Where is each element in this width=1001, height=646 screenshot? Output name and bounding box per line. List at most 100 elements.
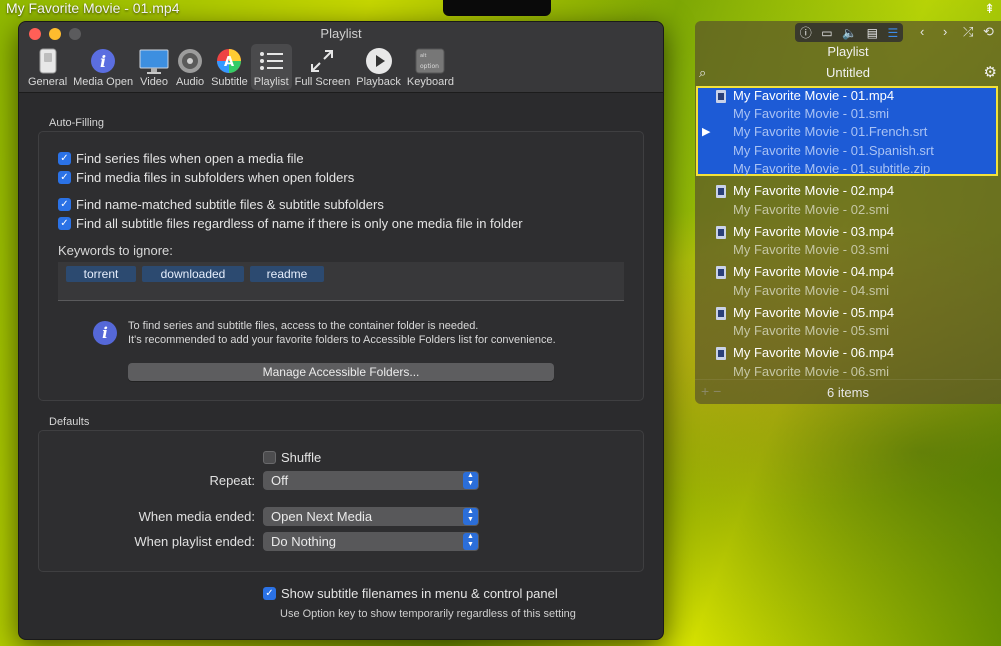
subtitle-item[interactable]: My Favorite Movie - 04.smi bbox=[733, 283, 889, 298]
info-text-2: It's recommended to add your favorite fo… bbox=[128, 334, 556, 346]
tab-keyboard[interactable]: alt option Keyboard bbox=[404, 44, 457, 90]
playlist-item[interactable]: My Favorite Movie - 06.mp4 bbox=[733, 345, 894, 360]
playlist-footer: + − 6 items bbox=[695, 379, 1001, 404]
expand-icon bbox=[307, 46, 337, 75]
subtitle-item[interactable]: My Favorite Movie - 01.Spanish.srt bbox=[733, 143, 934, 158]
window-titlebar: Playlist General i Media Open Video Audi… bbox=[19, 22, 663, 93]
playlist-ended-label: When playlist ended: bbox=[134, 534, 255, 549]
tab-general[interactable]: General bbox=[25, 44, 70, 90]
playlist-panel: ⓘ ▭ 🔈 ▤ ☰ ‹ › ⤮ ⟲ Playlist ⌕ Untitled ⚙ … bbox=[695, 21, 1001, 404]
video-file-icon bbox=[716, 307, 726, 320]
subtitle-item[interactable]: My Favorite Movie - 05.smi bbox=[733, 323, 889, 338]
tab-full-screen[interactable]: Full Screen bbox=[292, 44, 354, 90]
checkmark-icon: ✓ bbox=[263, 587, 276, 600]
toggle-icon bbox=[33, 46, 63, 75]
info-icon: i bbox=[88, 46, 118, 75]
checkmark-icon: ✓ bbox=[58, 171, 71, 184]
find-media-subfolders-checkbox[interactable]: ✓ Find media files in subfolders when op… bbox=[58, 170, 354, 185]
checkbox-unchecked-icon bbox=[263, 451, 276, 464]
subtitle-item[interactable]: My Favorite Movie - 01.French.srt bbox=[733, 124, 927, 139]
find-series-checkbox[interactable]: ✓ Find series files when open a media fi… bbox=[58, 151, 304, 166]
playlist-item[interactable]: My Favorite Movie - 01.mp4 bbox=[733, 88, 894, 103]
chevron-updown-icon: ▲ ▼ bbox=[463, 472, 478, 489]
checkmark-icon: ✓ bbox=[58, 152, 71, 165]
defaults-title: Defaults bbox=[49, 416, 90, 428]
tab-subtitle[interactable]: A Subtitle bbox=[208, 44, 251, 90]
keyword-token[interactable]: readme bbox=[250, 266, 324, 282]
video-file-icon bbox=[716, 90, 726, 103]
list-icon[interactable]: ☰ bbox=[887, 26, 898, 40]
preferences-window: Playlist General i Media Open Video Audi… bbox=[18, 21, 664, 640]
manage-accessible-folders-button[interactable]: Manage Accessible Folders... bbox=[128, 363, 554, 381]
show-subtitle-filenames-checkbox[interactable]: ✓ Show subtitle filenames in menu & cont… bbox=[263, 586, 558, 601]
keyword-token[interactable]: downloaded bbox=[142, 266, 244, 282]
find-all-subtitles-checkbox[interactable]: ✓ Find all subtitle files regardless of … bbox=[58, 216, 523, 231]
playlist-ended-select[interactable]: Do Nothing ▲ ▼ bbox=[263, 532, 479, 551]
speaker-icon[interactable]: 🔈 bbox=[842, 26, 857, 40]
find-name-matched-subtitles-checkbox[interactable]: ✓ Find name-matched subtitle files & sub… bbox=[58, 197, 384, 212]
playlist-item[interactable]: My Favorite Movie - 03.mp4 bbox=[733, 224, 894, 239]
checkmark-icon: ✓ bbox=[58, 198, 71, 211]
chevron-right-icon[interactable]: › bbox=[943, 24, 947, 39]
monitor-icon bbox=[139, 46, 169, 75]
subtitle-item[interactable]: My Favorite Movie - 01.smi bbox=[733, 106, 889, 121]
play-icon: ▶ bbox=[702, 126, 711, 138]
shuffle-icon[interactable]: ⤮ bbox=[963, 24, 973, 40]
info-text-1: To find series and subtitle files, acces… bbox=[128, 320, 479, 332]
subtitle-item[interactable]: My Favorite Movie - 01.subtitle.zip bbox=[733, 161, 930, 176]
subtitle-item[interactable]: My Favorite Movie - 02.smi bbox=[733, 202, 889, 217]
info-icon: i bbox=[93, 321, 117, 345]
list-icon bbox=[256, 46, 286, 75]
color-wheel-icon: A bbox=[214, 46, 244, 75]
playlist-name[interactable]: Untitled bbox=[695, 65, 1001, 80]
media-ended-label: When media ended: bbox=[138, 509, 255, 524]
tab-audio[interactable]: Audio bbox=[172, 44, 208, 90]
svg-text:A: A bbox=[224, 55, 234, 70]
subtitle-icon[interactable]: ▤ bbox=[867, 26, 878, 40]
playlist-item[interactable]: My Favorite Movie - 05.mp4 bbox=[733, 305, 894, 320]
auto-filling-box: ✓ Find series files when open a media fi… bbox=[38, 131, 644, 401]
tab-playlist[interactable]: Playlist bbox=[250, 44, 292, 90]
preferences-content: Auto-Filling ✓ Find series files when op… bbox=[19, 93, 663, 639]
shuffle-checkbox[interactable]: Shuffle bbox=[263, 450, 321, 465]
repeat-icon[interactable]: ⟲ bbox=[983, 24, 994, 40]
tab-video[interactable]: Video bbox=[136, 44, 172, 90]
preferences-toolbar: General i Media Open Video Audio A Subti… bbox=[25, 44, 457, 90]
video-file-icon bbox=[716, 347, 726, 360]
svg-text:i: i bbox=[100, 52, 106, 71]
info-icon[interactable]: ⓘ bbox=[800, 24, 812, 41]
video-file-icon bbox=[716, 185, 726, 198]
playlist-toolbar: ⓘ ▭ 🔈 ▤ ☰ ‹ › ⤮ ⟲ bbox=[695, 21, 1001, 43]
keywords-token-field[interactable]: torrent downloaded readme bbox=[58, 262, 624, 301]
svg-text:option: option bbox=[420, 63, 439, 70]
keyword-token[interactable]: torrent bbox=[66, 266, 136, 282]
chevron-updown-icon: ▲ ▼ bbox=[463, 508, 478, 525]
playlist-item[interactable]: My Favorite Movie - 02.mp4 bbox=[733, 183, 894, 198]
checkmark-icon: ✓ bbox=[58, 217, 71, 230]
monitor-icon[interactable]: ▭ bbox=[821, 26, 832, 40]
media-ended-select[interactable]: Open Next Media ▲ ▼ bbox=[263, 507, 479, 526]
gear-icon[interactable]: ⚙ bbox=[984, 63, 997, 81]
video-file-icon bbox=[716, 266, 726, 279]
keywords-label: Keywords to ignore: bbox=[58, 243, 173, 258]
item-count: 6 items bbox=[827, 385, 869, 400]
video-title: My Favorite Movie - 01.mp4 bbox=[6, 0, 180, 16]
chevron-left-icon[interactable]: ‹ bbox=[920, 24, 924, 39]
tab-media-open[interactable]: i Media Open bbox=[70, 44, 136, 90]
pin-icon[interactable]: ⇞ bbox=[984, 1, 995, 17]
repeat-label: Repeat: bbox=[209, 473, 255, 488]
playlist-item[interactable]: My Favorite Movie - 04.mp4 bbox=[733, 264, 894, 279]
auto-filling-title: Auto-Filling bbox=[49, 117, 105, 129]
subtitle-item[interactable]: My Favorite Movie - 03.smi bbox=[733, 242, 889, 257]
panel-segmented-control: ⓘ ▭ 🔈 ▤ ☰ bbox=[795, 23, 903, 42]
repeat-select[interactable]: Off ▲ ▼ bbox=[263, 471, 479, 490]
play-circle-icon bbox=[364, 46, 394, 75]
speaker-icon bbox=[175, 46, 205, 75]
tab-playback[interactable]: Playback bbox=[353, 44, 404, 90]
video-file-icon bbox=[716, 226, 726, 239]
subtitle-item[interactable]: My Favorite Movie - 06.smi bbox=[733, 364, 889, 379]
camera-notch bbox=[443, 0, 551, 16]
defaults-box: Shuffle Repeat: Off ▲ ▼ When media ended:… bbox=[38, 430, 644, 572]
chevron-updown-icon: ▲ ▼ bbox=[463, 533, 478, 550]
window-title: Playlist bbox=[320, 26, 362, 41]
